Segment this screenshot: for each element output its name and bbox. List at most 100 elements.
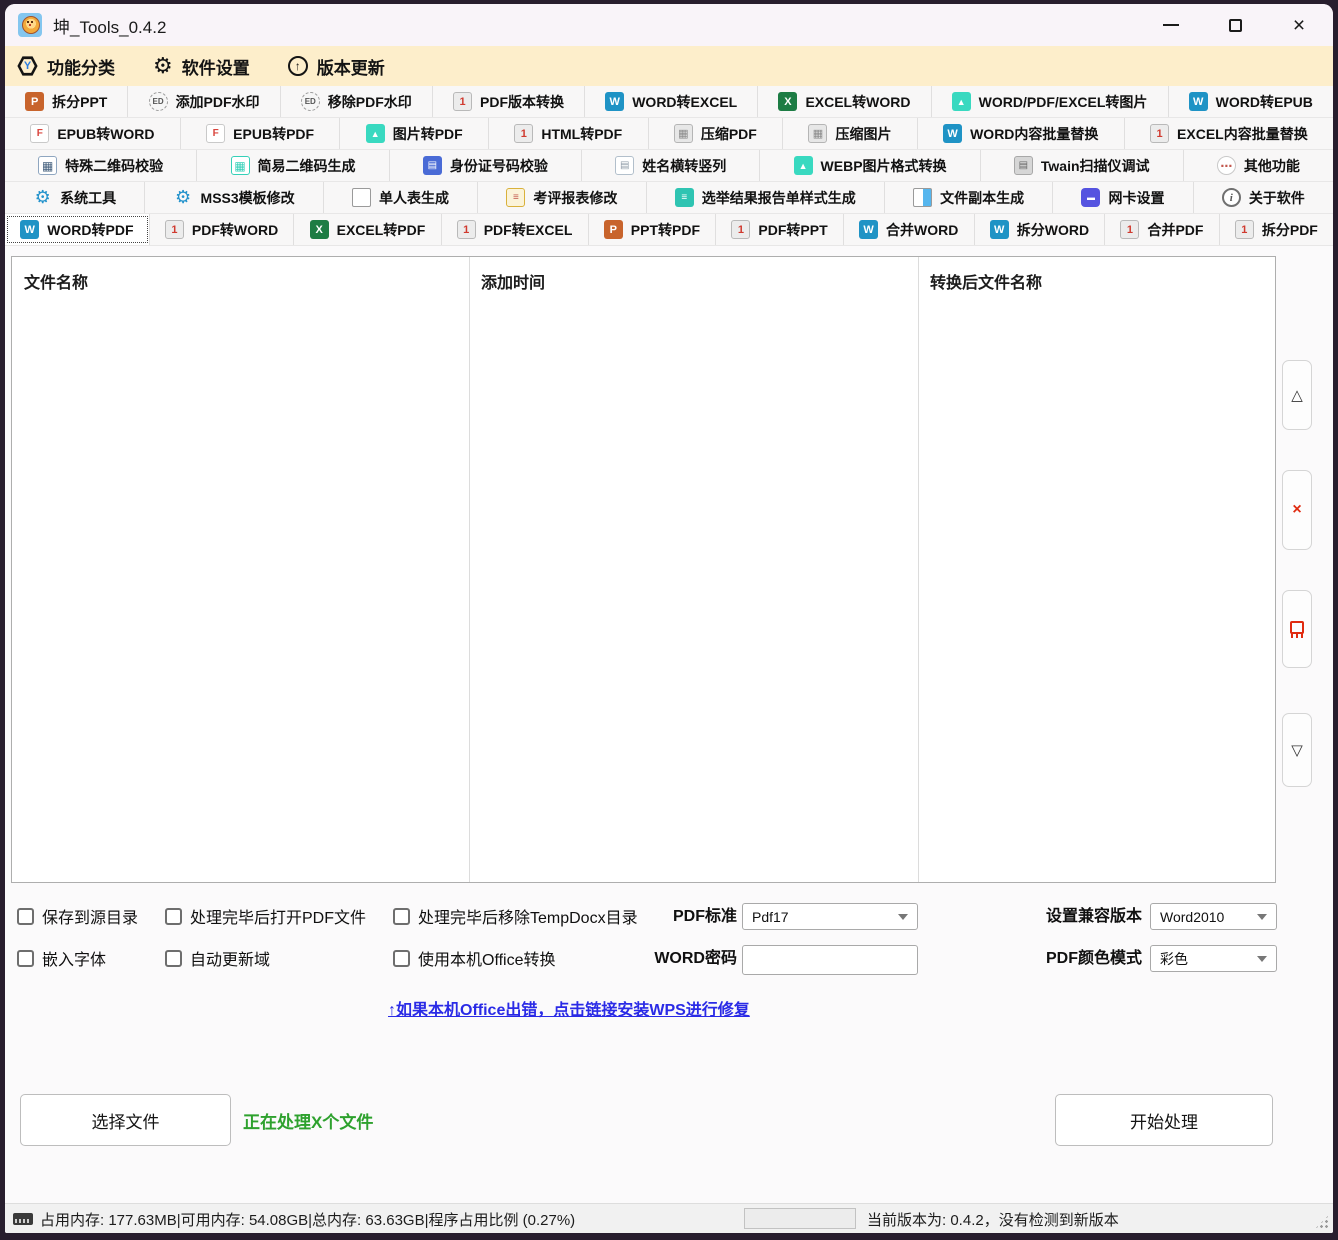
pdf-file-icon [514, 124, 533, 143]
resize-grip[interactable] [1315, 1215, 1329, 1229]
move-up-button[interactable] [1282, 360, 1312, 430]
ram-icon [13, 1213, 33, 1225]
tab-label: EXCEL内容批量替换 [1177, 124, 1308, 144]
table-header-row: 文件名称 添加时间 转换后文件名称 [12, 257, 1275, 293]
tool-tab[interactable]: PDF转PPT [716, 214, 844, 245]
option-checkbox[interactable]: 嵌入字体 [17, 945, 106, 971]
tool-tab[interactable]: 移除PDF水印 [281, 86, 433, 117]
menu-item-software-settings[interactable]: ⚙ 软件设置 [153, 54, 250, 79]
checkbox-icon[interactable] [393, 908, 410, 925]
column-divider [918, 257, 919, 882]
file-list-table[interactable]: 文件名称 添加时间 转换后文件名称 [11, 256, 1276, 883]
tool-tab[interactable]: 拆分PPT [5, 86, 128, 117]
tool-tab[interactable]: 压缩PDF [649, 118, 784, 149]
tab-label: PDF转WORD [192, 220, 278, 240]
tool-tab[interactable]: PDF版本转换 [433, 86, 585, 117]
checkbox-icon[interactable] [17, 950, 34, 967]
tool-tab[interactable]: EXCEL转WORD [758, 86, 931, 117]
tool-tab[interactable]: 添加PDF水印 [128, 86, 280, 117]
minimize-button[interactable] [1151, 8, 1191, 42]
gear-blue-icon [174, 188, 193, 207]
maximize-button[interactable] [1215, 8, 1255, 42]
wps-repair-link[interactable]: ↑如果本机Office出错，点击链接安装WPS进行修复 [388, 996, 750, 1020]
tool-tab[interactable]: 文件副本生成 [885, 182, 1053, 213]
image-file-icon [366, 124, 385, 143]
window-title: 坤_Tools_0.4.2 [53, 13, 166, 38]
tool-tab[interactable]: EPUB转WORD [5, 118, 181, 149]
tool-tab[interactable]: 特殊二维码校验 [5, 150, 197, 181]
pdf-file-icon [1235, 220, 1254, 239]
checkbox-icon[interactable] [17, 908, 34, 925]
clear-list-brush-button[interactable] [1282, 590, 1312, 668]
tool-tab[interactable]: 关于软件 [1194, 182, 1333, 213]
report-icon [675, 188, 694, 207]
tool-tab[interactable]: 考评报表修改 [478, 182, 646, 213]
pdf-standard-select[interactable]: Pdf17 [742, 903, 918, 930]
tool-tab[interactable]: 姓名横转竖列 [582, 150, 760, 181]
tool-tab[interactable]: 网卡设置 [1053, 182, 1193, 213]
option-checkbox[interactable]: 使用本机Office转换 [393, 945, 556, 971]
tool-tab[interactable]: Twain扫描仪调试 [981, 150, 1184, 181]
delete-selected-button[interactable] [1282, 470, 1312, 550]
chevron-down-icon [1257, 914, 1267, 920]
option-checkbox[interactable]: 保存到源目录 [17, 903, 138, 929]
window-controls: × [1151, 4, 1319, 46]
menu-item-function-category[interactable]: 功能分类 [17, 54, 115, 79]
copy-file-icon [913, 188, 932, 207]
tool-tab[interactable]: EXCEL转PDF [294, 214, 441, 245]
compat-version-select[interactable]: Word2010 [1150, 903, 1277, 930]
clear-list-brush-icon [1288, 621, 1306, 638]
tool-tab[interactable]: 图片转PDF [340, 118, 489, 149]
checkbox-icon[interactable] [165, 908, 182, 925]
word-file-icon [605, 92, 624, 111]
checkbox-icon[interactable] [393, 950, 410, 967]
tab-label: 合并WORD [886, 220, 958, 240]
tool-tab[interactable]: EPUB转PDF [181, 118, 341, 149]
tool-tab[interactable]: 系统工具 [5, 182, 145, 213]
tool-tab[interactable]: WORD转EPUB [1169, 86, 1333, 117]
tool-tab-active[interactable]: WORD转PDF [5, 214, 150, 245]
tool-tab[interactable]: PPT转PDF [589, 214, 717, 245]
select-files-button[interactable]: 选择文件 [20, 1094, 231, 1146]
tool-tab[interactable]: 身份证号码校验 [390, 150, 582, 181]
tool-tab[interactable]: WEBP图片格式转换 [760, 150, 980, 181]
processing-status-text: 正在处理X个文件 [243, 1094, 373, 1146]
word-file-icon [1189, 92, 1208, 111]
move-down-button[interactable] [1282, 713, 1312, 787]
option-checkbox[interactable]: 处理完毕后移除TempDocx目录 [393, 903, 638, 929]
tool-tab[interactable]: 其他功能 [1184, 150, 1333, 181]
tool-tab[interactable]: 合并WORD [844, 214, 975, 245]
tool-tab[interactable]: 选举结果报告单样式生成 [647, 182, 885, 213]
tab-row: 特殊二维码校验简易二维码生成身份证号码校验姓名横转竖列WEBP图片格式转换Twa… [5, 150, 1333, 182]
memory-status: 占用内存: 177.63MB|可用内存: 54.08GB|总内存: 63.63G… [13, 1204, 575, 1233]
tool-tab[interactable]: 拆分WORD [975, 214, 1106, 245]
tab-label: 压缩PDF [701, 124, 757, 144]
pdf-color-mode-select[interactable]: 彩色 [1150, 945, 1277, 972]
tool-tab[interactable]: 单人表生成 [324, 182, 478, 213]
tool-tab[interactable]: EXCEL内容批量替换 [1125, 118, 1333, 149]
word-password-input[interactable] [742, 945, 918, 975]
tool-tab[interactable]: HTML转PDF [489, 118, 649, 149]
tool-tab[interactable]: WORD内容批量替换 [918, 118, 1125, 149]
checkbox-icon[interactable] [165, 950, 182, 967]
pdf-standard-label: PDF标准 [603, 903, 737, 931]
close-button[interactable]: × [1279, 8, 1319, 42]
name-card-icon [615, 156, 634, 175]
tab-label: 图片转PDF [393, 124, 463, 144]
tab-label: 移除PDF水印 [328, 92, 412, 112]
tool-tab[interactable]: 合并PDF [1105, 214, 1219, 245]
tool-tab[interactable]: PDF转EXCEL [442, 214, 589, 245]
option-checkbox[interactable]: 处理完毕后打开PDF文件 [165, 903, 366, 929]
option-checkbox[interactable]: 自动更新域 [165, 945, 270, 971]
menu-item-version-update[interactable]: ↑ 版本更新 [288, 54, 385, 79]
tool-tab[interactable]: 简易二维码生成 [197, 150, 389, 181]
tool-tab[interactable]: MSS3模板修改 [145, 182, 323, 213]
tool-tab[interactable]: WORD转EXCEL [585, 86, 758, 117]
tool-tab[interactable]: 拆分PDF [1220, 214, 1333, 245]
tool-tab[interactable]: 压缩图片 [783, 118, 918, 149]
doc-edit-icon [506, 188, 525, 207]
tool-tab[interactable]: WORD/PDF/EXCEL转图片 [932, 86, 1169, 117]
ppt-file-icon [25, 92, 44, 111]
start-processing-button[interactable]: 开始处理 [1055, 1094, 1273, 1146]
tool-tab[interactable]: PDF转WORD [150, 214, 295, 245]
